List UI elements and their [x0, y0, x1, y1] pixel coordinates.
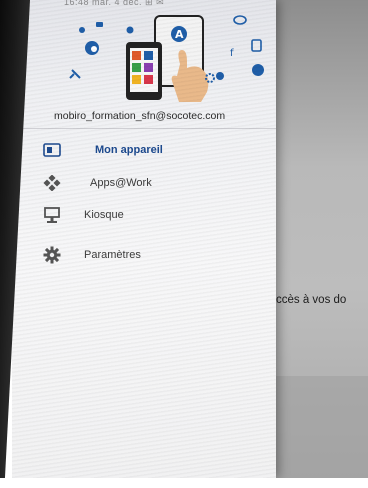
gear-icon — [42, 245, 62, 265]
photo-border — [0, 478, 368, 488]
bubble-icon — [126, 26, 134, 34]
bubble-icon — [96, 22, 103, 27]
divider — [12, 128, 276, 129]
status-bar: 16:48 mar. 4 déc. ⊞ ✉ — [64, 0, 165, 7]
bubble-icon — [233, 15, 247, 25]
nav-item-apps-at-work[interactable]: Apps@Work — [42, 171, 268, 195]
nav-item-parametres[interactable]: Paramètres — [42, 243, 268, 267]
bubble-icon — [252, 64, 264, 76]
nav-item-label: Mon appareil — [95, 144, 163, 156]
nav-item-mon-appareil[interactable]: Mon appareil — [42, 138, 268, 162]
wrench-icon — [69, 69, 81, 79]
nav-item-label: Apps@Work — [90, 177, 152, 189]
bubble-icon — [91, 46, 97, 52]
nav-item-kiosque[interactable]: Kiosque — [42, 203, 268, 227]
device-screen: ccès à vos do 16:48 mar. 4 déc. ⊞ ✉ f A … — [12, 0, 368, 478]
background-app-text: ccès à vos do — [276, 294, 347, 306]
app-a-icon: A — [175, 28, 184, 41]
bubble-icon — [79, 27, 85, 33]
header-illustration: f A — [69, 15, 264, 102]
bubble-icon — [251, 39, 262, 52]
apps-diamond-icon — [42, 173, 62, 193]
bubble-icon — [216, 72, 224, 80]
tablet-icon — [42, 140, 62, 160]
nav-item-label: Paramètres — [84, 249, 141, 261]
account-email: mobiro_formation_sfn@socotec.com — [54, 110, 226, 122]
photo-frame: ccès à vos do 16:48 mar. 4 déc. ⊞ ✉ f A … — [0, 0, 368, 488]
bubble-icon: f — [230, 48, 234, 59]
kiosk-icon — [42, 205, 62, 225]
background-app-panel — [276, 376, 368, 478]
navigation-drawer: 16:48 mar. 4 déc. ⊞ ✉ f A mobiro_formati… — [12, 0, 276, 478]
nav-item-label: Kiosque — [84, 209, 124, 221]
